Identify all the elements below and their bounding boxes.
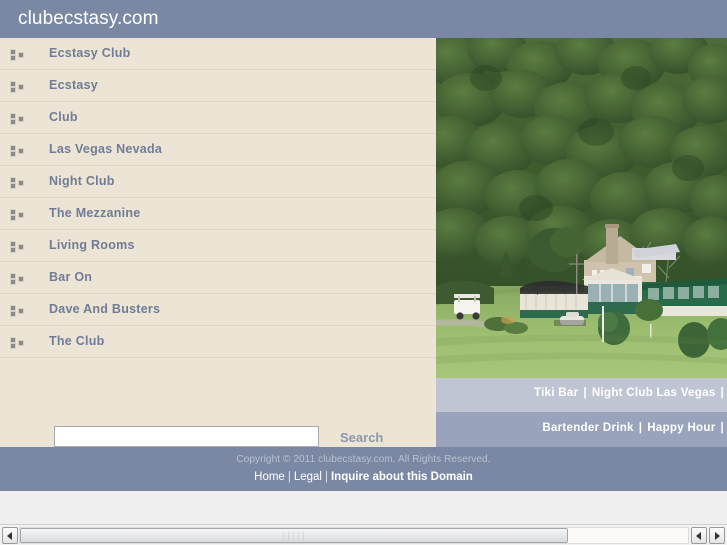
- keyword-row[interactable]: Ecstasy Club: [0, 38, 436, 70]
- site-footer: Copyright © 2011 clubecstasy.com. All Ri…: [0, 447, 727, 491]
- keyword-link[interactable]: Living Rooms: [49, 238, 135, 252]
- search-input[interactable]: [54, 426, 319, 447]
- link-separator-trailing: |: [720, 422, 724, 434]
- keyword-link[interactable]: Las Vegas Nevada: [49, 142, 162, 156]
- footer-separator: |: [287, 471, 291, 483]
- footer-link-inquire[interactable]: Inquire about this Domain: [331, 471, 473, 483]
- three-squares-bullet-icon: [10, 241, 24, 253]
- link-separator: |: [583, 387, 587, 399]
- footer-separator: |: [324, 471, 328, 483]
- related-link[interactable]: Tiki Bar: [534, 387, 578, 399]
- keyword-link[interactable]: Bar On: [49, 270, 92, 284]
- three-squares-bullet-icon: [10, 273, 24, 285]
- keyword-link[interactable]: Dave And Busters: [49, 302, 160, 316]
- three-squares-bullet-icon: [10, 49, 24, 61]
- related-link[interactable]: Happy Hour: [647, 422, 715, 434]
- keyword-row[interactable]: Living Rooms: [0, 230, 436, 262]
- keyword-row[interactable]: Las Vegas Nevada: [0, 134, 436, 166]
- keyword-row[interactable]: Club: [0, 102, 436, 134]
- related-links-row-2: Bartender Drink | Happy Hour |: [436, 412, 727, 447]
- three-squares-bullet-icon: [10, 145, 24, 157]
- keyword-link[interactable]: Ecstasy Club: [49, 46, 131, 60]
- three-squares-bullet-icon: [10, 81, 24, 93]
- link-separator: |: [638, 422, 643, 434]
- three-squares-bullet-icon: [10, 177, 24, 189]
- keyword-link[interactable]: The Mezzanine: [49, 206, 140, 220]
- footer-link-home[interactable]: Home: [254, 471, 285, 483]
- related-link[interactable]: Night Club Las Vegas: [592, 387, 716, 399]
- keyword-link[interactable]: Ecstasy: [49, 78, 98, 92]
- scrollbar-grip-icon: [283, 532, 305, 539]
- keyword-row[interactable]: Ecstasy: [0, 70, 436, 102]
- scrollbar-thumb[interactable]: [20, 528, 568, 543]
- keyword-row[interactable]: Night Club: [0, 166, 436, 198]
- keyword-link[interactable]: The Club: [49, 334, 104, 348]
- related-link[interactable]: Bartender Drink: [542, 422, 633, 434]
- related-links-row-1-inner: Tiki Bar | Night Club Las Vegas |: [534, 387, 727, 399]
- site-title: clubecstasy.com: [18, 8, 159, 29]
- scrollbar-track[interactable]: [19, 527, 689, 544]
- keyword-row[interactable]: Dave And Busters: [0, 294, 436, 326]
- footer-nav: Home | Legal | Inquire about this Domain: [0, 471, 727, 483]
- search-area: Search: [0, 383, 436, 447]
- three-squares-bullet-icon: [10, 209, 24, 221]
- scroll-left-arrow-end-icon[interactable]: [691, 527, 707, 544]
- copyright-text: Copyright © 2011 clubecstasy.com. All Ri…: [236, 454, 491, 465]
- scroll-right-arrow-end-icon[interactable]: [709, 527, 725, 544]
- related-links-row-1: Tiki Bar | Night Club Las Vegas |: [436, 378, 727, 412]
- hero-photo: [436, 38, 727, 378]
- keyword-row[interactable]: The Club: [0, 326, 436, 358]
- search-button[interactable]: Search: [340, 430, 383, 445]
- keyword-list-panel: Ecstasy Club Ecstasy Club Las Vegas Neva…: [0, 38, 436, 447]
- keyword-link[interactable]: Club: [49, 110, 78, 124]
- three-squares-bullet-icon: [10, 337, 24, 349]
- horizontal-scrollbar[interactable]: [0, 524, 727, 545]
- scroll-left-arrow-icon[interactable]: [2, 527, 18, 544]
- keyword-row[interactable]: Bar On: [0, 262, 436, 294]
- keyword-link[interactable]: Night Club: [49, 174, 115, 188]
- page-viewport: clubecstasy.com Ecstasy Club Ecstasy Clu…: [0, 0, 727, 524]
- keyword-row[interactable]: The Mezzanine: [0, 198, 436, 230]
- related-links-row-2-inner: Bartender Drink | Happy Hour |: [542, 422, 727, 434]
- three-squares-bullet-icon: [10, 305, 24, 317]
- link-separator-trailing: |: [720, 387, 724, 399]
- footer-link-legal[interactable]: Legal: [294, 471, 322, 483]
- three-squares-bullet-icon: [10, 113, 24, 125]
- site-header: clubecstasy.com: [0, 0, 727, 38]
